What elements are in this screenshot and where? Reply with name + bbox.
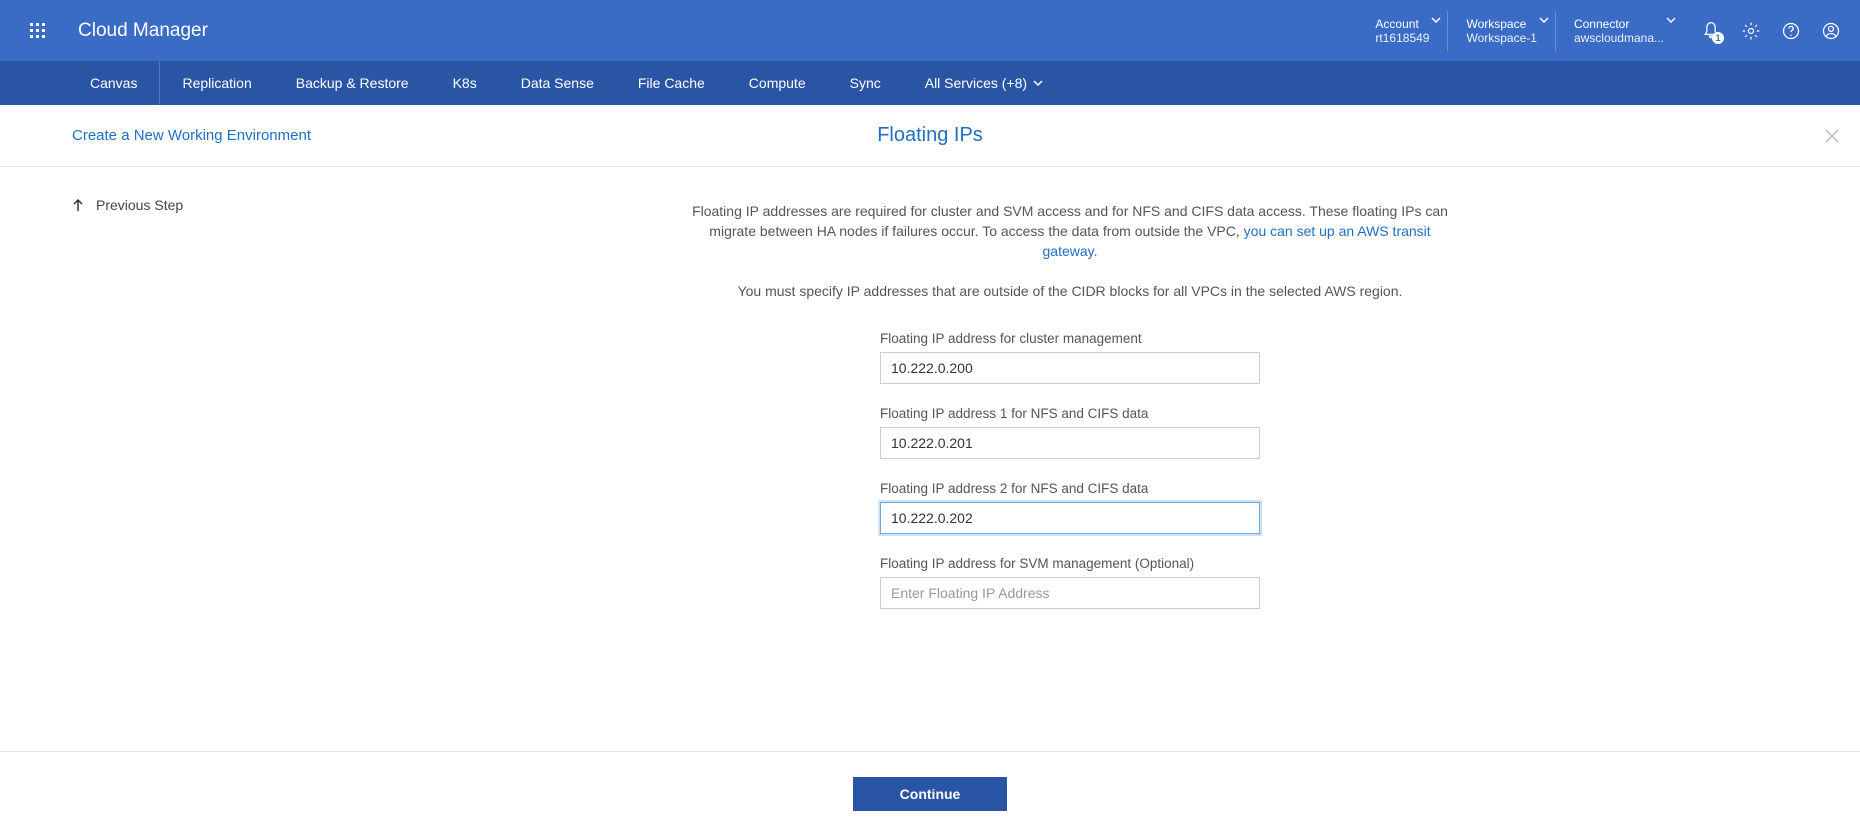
cluster-mgmt-label: Floating IP address for cluster manageme… xyxy=(880,331,1260,346)
nav-file-cache[interactable]: File Cache xyxy=(616,61,727,105)
account-value: rt1618549 xyxy=(1375,31,1429,45)
nfs2-input[interactable] xyxy=(880,502,1260,534)
connector-label: Connector xyxy=(1574,17,1664,31)
nav-backup-restore[interactable]: Backup & Restore xyxy=(274,61,431,105)
breadcrumb[interactable]: Create a New Working Environment xyxy=(72,127,311,144)
description-text-2: You must specify IP addresses that are o… xyxy=(738,283,1403,299)
description-text: Floating IP addresses are required for c… xyxy=(680,201,1460,261)
nfs1-label: Floating IP address 1 for NFS and CIFS d… xyxy=(880,406,1260,421)
nav-data-sense[interactable]: Data Sense xyxy=(499,61,616,105)
header-icons: 1 xyxy=(1700,20,1842,42)
main-content: Previous Step Floating IP addresses are … xyxy=(0,167,1860,751)
previous-step-link[interactable]: Previous Step xyxy=(72,197,260,213)
nav-all-services[interactable]: All Services (+8) xyxy=(903,61,1065,105)
form-group-nfs1: Floating IP address 1 for NFS and CIFS d… xyxy=(880,406,1260,459)
form-group-svm-mgmt: Floating IP address for SVM management (… xyxy=(880,556,1260,609)
floating-ip-form: Floating IP address for cluster manageme… xyxy=(880,331,1260,631)
chevron-down-icon xyxy=(1539,17,1549,23)
connector-selector[interactable]: Connector awscloudmana... xyxy=(1555,11,1682,51)
top-header: Cloud Manager Account rt1618549 Workspac… xyxy=(0,0,1860,61)
previous-step-label: Previous Step xyxy=(96,197,183,213)
app-title[interactable]: Cloud Manager xyxy=(78,20,208,42)
nfs1-input[interactable] xyxy=(880,427,1260,459)
nfs2-label: Floating IP address 2 for NFS and CIFS d… xyxy=(880,481,1260,496)
chevron-down-icon xyxy=(1666,17,1676,23)
nav-canvas[interactable]: Canvas xyxy=(68,61,160,105)
nav-all-services-label: All Services (+8) xyxy=(925,75,1027,91)
svm-mgmt-input[interactable] xyxy=(880,577,1260,609)
cluster-mgmt-input[interactable] xyxy=(880,352,1260,384)
form-group-cluster-mgmt: Floating IP address for cluster manageme… xyxy=(880,331,1260,384)
apps-icon[interactable] xyxy=(18,23,58,39)
help-icon[interactable] xyxy=(1780,20,1802,42)
nav-sync[interactable]: Sync xyxy=(828,61,903,105)
connector-value: awscloudmana... xyxy=(1574,31,1664,45)
notification-badge: 1 xyxy=(1712,32,1724,44)
notifications-icon[interactable]: 1 xyxy=(1700,20,1722,42)
footer: Continue xyxy=(0,751,1860,835)
continue-button[interactable]: Continue xyxy=(853,777,1007,811)
account-label: Account xyxy=(1375,17,1429,31)
close-icon[interactable] xyxy=(1824,128,1840,144)
nav-compute[interactable]: Compute xyxy=(727,61,828,105)
workspace-value: Workspace-1 xyxy=(1466,31,1536,45)
workspace-selector[interactable]: Workspace Workspace-1 xyxy=(1447,11,1554,51)
chevron-down-icon xyxy=(1431,17,1441,23)
workspace-label: Workspace xyxy=(1466,17,1536,31)
user-icon[interactable] xyxy=(1820,20,1842,42)
content-column: Floating IP addresses are required for c… xyxy=(280,167,1860,751)
nav-k8s[interactable]: K8s xyxy=(431,61,499,105)
arrow-up-icon xyxy=(72,198,84,212)
left-column: Previous Step xyxy=(0,167,280,751)
form-group-nfs2: Floating IP address 2 for NFS and CIFS d… xyxy=(880,481,1260,534)
chevron-down-icon xyxy=(1033,80,1043,86)
nav-bar: Canvas Replication Backup & Restore K8s … xyxy=(0,61,1860,105)
sub-header: Create a New Working Environment Floatin… xyxy=(0,105,1860,167)
header-selectors: Account rt1618549 Workspace Workspace-1 … xyxy=(1357,11,1682,51)
settings-icon[interactable] xyxy=(1740,20,1762,42)
svm-mgmt-label: Floating IP address for SVM management (… xyxy=(880,556,1260,571)
nav-replication[interactable]: Replication xyxy=(160,61,273,105)
account-selector[interactable]: Account rt1618549 xyxy=(1357,11,1447,51)
